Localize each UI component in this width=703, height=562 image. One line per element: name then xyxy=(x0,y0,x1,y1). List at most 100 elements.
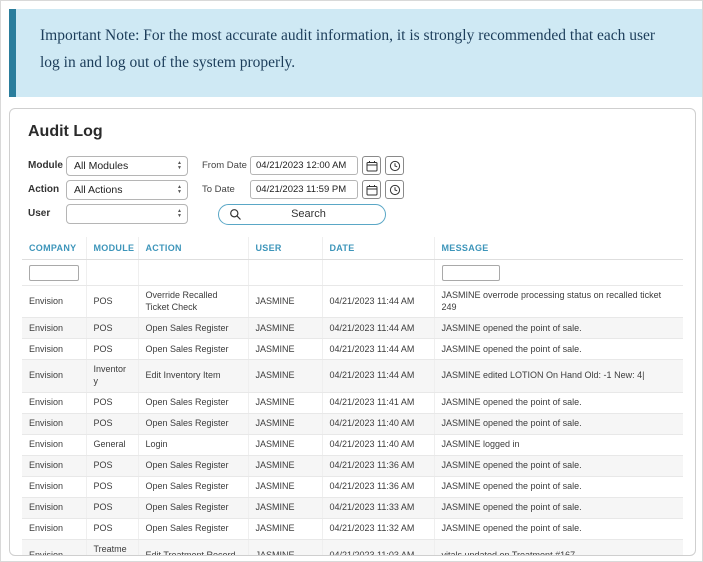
filter-cell xyxy=(322,259,435,286)
audit-table-body: Envision POS Override Recalled Ticket Chec… xyxy=(22,285,683,555)
table-filter-row xyxy=(22,259,683,286)
user-cell: JASMINE xyxy=(248,392,323,414)
table-row: Envision POS Open Sales Register JASMINE 04/… xyxy=(22,476,683,498)
filter-cell xyxy=(86,259,139,286)
message-cell: JASMINE logged in xyxy=(434,434,683,456)
filters-right-column: From Date 04/21/2023 12:00 AM To Date 04… xyxy=(202,155,404,227)
company-cell: Envision xyxy=(22,392,87,414)
action-cell: Login xyxy=(138,434,249,456)
to-date-clock-button[interactable] xyxy=(385,180,404,199)
message-filter-input[interactable] xyxy=(441,264,500,281)
date-cell: 04/21/2023 11:40 AM xyxy=(322,413,435,435)
from-date-input[interactable] xyxy=(250,156,358,175)
column-header-company[interactable]: COMPANY xyxy=(22,237,87,260)
user-cell: JASMINE xyxy=(248,317,323,340)
search-button[interactable]: Search xyxy=(218,203,386,225)
module-select[interactable]: All Modules ▲ ▼ xyxy=(66,155,188,176)
clock-icon xyxy=(389,184,400,195)
module-cell: POS xyxy=(86,285,139,319)
company-cell: Envision xyxy=(22,539,87,555)
to-date-input[interactable] xyxy=(250,180,358,199)
table-row: Envision POS Open Sales Register JASMINE 04/… xyxy=(22,497,683,519)
message-cell: JASMINE opened the point of sale. xyxy=(434,392,683,414)
company-filter-input[interactable] xyxy=(29,264,79,281)
audit-log-screen: Important Note: For the most accurate au… xyxy=(0,0,703,562)
company-cell: Envision xyxy=(22,359,87,393)
date-cell: 04/21/2023 11:44 AM xyxy=(322,359,435,393)
action-cell: Open Sales Register xyxy=(138,317,249,340)
search-button-label: Search xyxy=(291,208,326,220)
banner-text: Important Note: For the most accurate au… xyxy=(40,27,656,72)
column-header-module[interactable]: MODULE xyxy=(86,237,139,260)
message-cell: JASMINE opened the point of sale. xyxy=(434,413,683,435)
company-cell: Envision xyxy=(22,455,87,477)
company-cell: Envision xyxy=(22,434,87,456)
table-row: Envision POS Open Sales Register JASMINE 04/… xyxy=(22,392,683,414)
from-date-clock-button[interactable] xyxy=(385,156,404,175)
user-cell: JASMINE xyxy=(248,413,323,435)
to-date-calendar-button[interactable] xyxy=(362,180,381,199)
user-cell: JASMINE xyxy=(248,476,323,498)
module-cell: POS xyxy=(86,497,139,519)
date-cell: 04/21/2023 11:03 AM xyxy=(322,539,435,555)
module-cell: Treatment xyxy=(86,539,139,555)
message-cell: JASMINE overrode processing status on re… xyxy=(434,285,683,319)
date-cell: 04/21/2023 11:33 AM xyxy=(322,497,435,519)
company-cell: Envision xyxy=(22,317,87,340)
user-cell: JASMINE xyxy=(248,497,323,519)
filter-cell xyxy=(248,259,323,286)
message-cell: JASMINE opened the point of sale. xyxy=(434,317,683,340)
table-row: Envision General Login JASMINE 04/21/2023 11… xyxy=(22,434,683,456)
audit-log-table: COMPANY MODULE ACTION USER DATE MESSAGE Envis… xyxy=(22,237,683,555)
action-filter-label: Action xyxy=(28,184,60,195)
column-header-action[interactable]: ACTION xyxy=(138,237,249,260)
chevron-updown-icon: ▲ ▼ xyxy=(177,183,182,195)
company-cell: Envision xyxy=(22,285,87,319)
table-row: Envision POS Override Recalled Ticket Chec… xyxy=(22,285,683,319)
module-filter-label: Module xyxy=(28,160,63,171)
user-select[interactable]: ▲ ▼ xyxy=(66,203,188,224)
date-cell: 04/21/2023 11:44 AM xyxy=(322,338,435,361)
user-cell: JASMINE xyxy=(248,359,323,393)
page-title: Audit Log xyxy=(28,123,103,140)
message-cell: JASMINE opened the point of sale. xyxy=(434,518,683,540)
from-date-calendar-button[interactable] xyxy=(362,156,381,175)
table-row: Envision POS Open Sales Register JASMINE 04/… xyxy=(22,317,683,340)
action-filter-row: Action All Actions ▲ ▼ xyxy=(28,179,188,200)
user-cell: JASMINE xyxy=(248,455,323,477)
important-note-banner: Important Note: For the most accurate au… xyxy=(9,9,702,97)
action-cell: Edit Inventory Item xyxy=(138,359,249,393)
company-cell: Envision xyxy=(22,338,87,361)
date-cell: 04/21/2023 11:40 AM xyxy=(322,434,435,456)
module-cell: POS xyxy=(86,413,139,435)
to-date-row: To Date xyxy=(202,179,404,200)
to-date-label: To Date xyxy=(202,184,235,195)
filters-panel: Module All Modules ▲ ▼ Action All Actions… xyxy=(28,155,683,227)
user-cell: JASMINE xyxy=(248,539,323,555)
action-select-value: All Actions xyxy=(74,183,123,196)
action-cell: Open Sales Register xyxy=(138,476,249,498)
search-icon xyxy=(230,208,241,220)
user-cell: JASMINE xyxy=(248,338,323,361)
module-cell: General xyxy=(86,434,139,456)
from-date-row: From Date xyxy=(202,155,404,176)
company-cell: Envision xyxy=(22,497,87,519)
user-cell: JASMINE xyxy=(248,434,323,456)
user-filter-row: User ▲ ▼ xyxy=(28,203,188,224)
module-cell: Inventory xyxy=(86,359,139,393)
date-cell: 04/21/2023 11:36 AM xyxy=(322,476,435,498)
date-cell: 04/21/2023 11:41 AM xyxy=(322,392,435,414)
table-row: Envision POS Open Sales Register JASMINE 04/… xyxy=(22,518,683,540)
table-row: Envision Inventory Edit Inventory Item JASM… xyxy=(22,359,683,393)
date-cell: 04/21/2023 11:36 AM xyxy=(322,455,435,477)
filters-left-column: Module All Modules ▲ ▼ Action All Actions… xyxy=(28,155,188,227)
date-cell: 04/21/2023 11:44 AM xyxy=(322,317,435,340)
chevron-updown-icon: ▲ ▼ xyxy=(177,207,182,219)
user-filter-label: User xyxy=(28,208,51,219)
column-header-message[interactable]: MESSAGE xyxy=(434,237,683,260)
column-header-user[interactable]: USER xyxy=(248,237,323,260)
audit-log-card: Audit Log Module All Modules ▲ ▼ Action A… xyxy=(9,108,696,556)
message-filter-cell xyxy=(434,259,683,286)
action-select[interactable]: All Actions ▲ ▼ xyxy=(66,179,188,200)
column-header-date[interactable]: DATE xyxy=(322,237,435,260)
